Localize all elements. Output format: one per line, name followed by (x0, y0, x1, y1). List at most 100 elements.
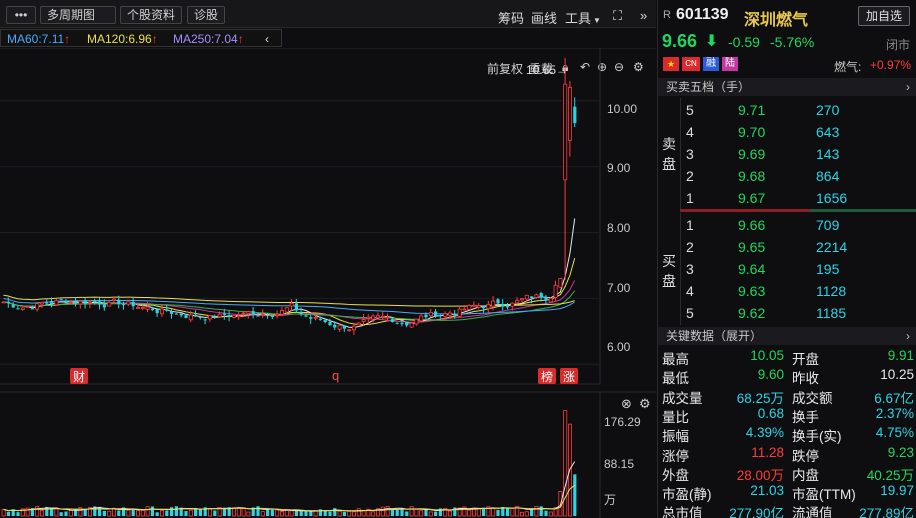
candle-body[interactable] (351, 325, 356, 331)
orderbook-row[interactable]: 5 9.62 1185 (658, 302, 916, 324)
candle-body[interactable] (184, 315, 188, 319)
volume-bar[interactable] (496, 509, 500, 516)
candle-body[interactable] (275, 314, 280, 317)
candle-body[interactable] (188, 314, 193, 321)
period-dropdown[interactable]: 多周期图 ▼ (40, 6, 116, 37)
draw-button[interactable]: 画线 (531, 8, 557, 27)
tools-dropdown[interactable]: 工具 ▼ (565, 8, 601, 27)
candle-body[interactable] (93, 300, 97, 303)
candle-body[interactable] (131, 301, 135, 307)
candle-body[interactable] (453, 314, 457, 316)
volume-bar[interactable] (150, 506, 154, 516)
candle-body[interactable] (510, 302, 515, 307)
candle-body[interactable] (548, 297, 553, 303)
volume-bar[interactable] (107, 510, 112, 517)
candle-body[interactable] (126, 301, 131, 305)
volume-bar[interactable] (159, 509, 164, 517)
volume-bar[interactable] (424, 509, 428, 516)
volume-bar[interactable] (544, 510, 548, 516)
volume-bar[interactable] (266, 509, 270, 516)
candle-body[interactable] (501, 303, 505, 307)
candle-body[interactable] (11, 304, 15, 308)
candle-body[interactable] (59, 299, 63, 301)
candle-body[interactable] (467, 305, 472, 310)
candle-body[interactable] (68, 301, 73, 304)
candle-body[interactable] (6, 301, 10, 304)
volume-bar[interactable] (59, 512, 63, 516)
event-marker-label[interactable]: q (332, 368, 339, 383)
candle-body[interactable] (270, 315, 274, 317)
candle-body[interactable] (40, 301, 45, 305)
diagnose-button[interactable]: 诊股 (187, 6, 226, 24)
volume-bar[interactable] (539, 506, 543, 516)
candle-body[interactable] (385, 316, 390, 319)
candle-body[interactable] (16, 308, 20, 310)
sector-label[interactable]: 燃气: (834, 58, 861, 75)
candle-body[interactable] (88, 301, 93, 304)
candle-body[interactable] (323, 319, 327, 322)
volume-bar[interactable] (102, 510, 106, 516)
candle-body[interactable] (20, 307, 25, 310)
candle-body[interactable] (299, 312, 303, 315)
volume-bar[interactable] (188, 509, 193, 517)
candle-body[interactable] (50, 301, 54, 304)
candle-body[interactable] (375, 315, 380, 319)
volume-bar[interactable] (347, 510, 352, 517)
volume-bar[interactable] (236, 507, 241, 517)
badge-margin[interactable]: 融 (703, 57, 719, 71)
volume-bar[interactable] (174, 506, 178, 516)
candle-body[interactable] (318, 319, 322, 321)
orderbook-row[interactable]: 5 9.71 270 (658, 99, 916, 121)
candle-body[interactable] (313, 316, 318, 319)
volume-bar[interactable] (155, 512, 159, 516)
volume-bar[interactable] (68, 509, 73, 517)
volume-bar[interactable] (419, 510, 424, 517)
candle-body[interactable] (462, 308, 467, 311)
candle-body[interactable] (64, 300, 68, 304)
volume-bar[interactable] (289, 510, 294, 517)
volume-bar[interactable] (145, 506, 150, 517)
candle-body[interactable] (155, 309, 159, 314)
candle-body[interactable] (35, 303, 40, 310)
volume-bar[interactable] (16, 512, 20, 516)
volume-bar[interactable] (6, 511, 10, 516)
orderbook-row[interactable]: 3 9.69 143 (658, 143, 916, 165)
candle-body[interactable] (342, 325, 346, 329)
orderbook-row[interactable]: 1 9.67 1656 (658, 187, 916, 209)
orderbook-row[interactable]: 4 9.63 1128 (658, 280, 916, 302)
volume-bar[interactable] (64, 511, 68, 516)
candle-body[interactable] (260, 313, 265, 316)
candle-body[interactable] (520, 298, 525, 301)
volume-bar[interactable] (165, 510, 169, 516)
volume-bar[interactable] (395, 509, 399, 516)
volume-bar[interactable] (309, 511, 313, 516)
candle-body[interactable] (256, 315, 260, 317)
candle-body[interactable] (194, 314, 198, 317)
candle-body[interactable] (145, 306, 150, 310)
candle-body[interactable] (165, 309, 169, 311)
volume-bar[interactable] (447, 510, 452, 517)
volume-bar[interactable] (207, 508, 212, 517)
candle-body[interactable] (107, 302, 112, 307)
keydata-title[interactable]: 关键数据（展开） › (658, 327, 916, 345)
volume-bar[interactable] (356, 508, 361, 517)
volume-bar[interactable] (385, 506, 390, 517)
candle-body[interactable] (54, 300, 59, 306)
candle-body[interactable] (438, 315, 442, 317)
candle-body[interactable] (98, 301, 102, 305)
volume-bar[interactable] (241, 508, 246, 517)
candle-body[interactable] (390, 319, 394, 322)
candle-body[interactable] (241, 312, 246, 315)
volume-bar[interactable] (231, 507, 236, 517)
volume-bar[interactable] (342, 511, 346, 516)
candle-body[interactable] (112, 298, 117, 301)
badge-cn[interactable]: CN (682, 57, 700, 71)
candle-body[interactable] (568, 87, 573, 141)
volume-bar[interactable] (491, 507, 496, 517)
orderbook-row[interactable]: 4 9.70 643 (658, 121, 916, 143)
volume-bar[interactable] (351, 511, 356, 517)
candle-body[interactable] (414, 318, 419, 325)
candle-body[interactable] (482, 305, 486, 309)
orderbook-row[interactable]: 2 9.65 2214 (658, 236, 916, 258)
candle-body[interactable] (207, 315, 212, 320)
